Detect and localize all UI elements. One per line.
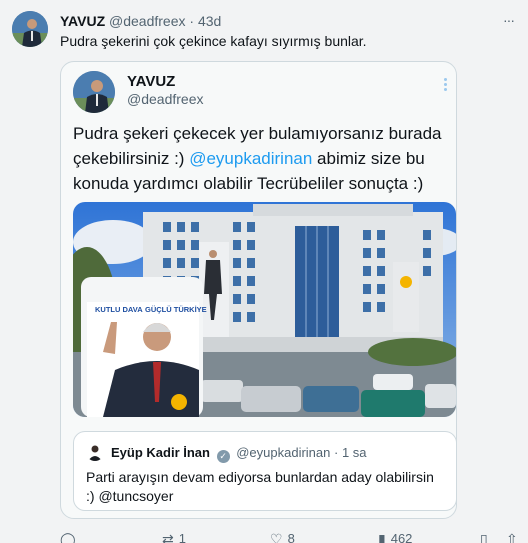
- timeline-tweet[interactable]: YAVUZ @deadfreex · 43d ··· Pudra şekerin…: [0, 0, 528, 543]
- mention-link[interactable]: @eyupkadirinan: [189, 149, 312, 168]
- banner-text-1: KUTLU DAVA: [95, 305, 143, 314]
- like-button[interactable]: ♡ 8: [270, 531, 295, 543]
- nested-text: Parti arayışın devam ediyorsa bunlardan …: [86, 469, 434, 504]
- quoted-author-avatar[interactable]: [73, 71, 115, 113]
- author-handle[interactable]: @deadfreex: [109, 13, 185, 29]
- heart-icon: ♡: [270, 531, 283, 543]
- author-avatar[interactable]: [12, 11, 48, 47]
- quoted-author-name[interactable]: YAVUZ: [127, 73, 175, 90]
- tweet-time[interactable]: 43d: [198, 13, 221, 29]
- reply-button[interactable]: ◯: [60, 531, 81, 543]
- nested-quote[interactable]: Eyüp Kadir İnan ✓ @eyupkadirinan · 1 sa …: [73, 431, 456, 511]
- views-count: 462: [390, 531, 413, 543]
- nested-author-avatar[interactable]: [86, 443, 104, 461]
- quoted-author-handle[interactable]: @deadfreex: [127, 91, 203, 107]
- bookmark-button[interactable]: ▯: [480, 531, 493, 543]
- share-icon: ⇧: [506, 531, 518, 543]
- tweet-text: Pudra şekerini çok çekince kafayı sıyırm…: [60, 33, 367, 49]
- quoted-tweet-text: Pudra şekeri çekecek yer bulamıyorsanız …: [73, 121, 445, 196]
- banner-text-2: GÜÇLÜ TÜRKİYE: [145, 305, 207, 314]
- share-button[interactable]: ⇧: [506, 531, 523, 543]
- retweet-button[interactable]: ⇄ 1: [162, 531, 186, 543]
- views-button[interactable]: ▮ 462: [378, 531, 412, 543]
- like-count: 8: [287, 531, 295, 543]
- speech-bubble-icon: ◯: [60, 531, 76, 543]
- tweet-photo[interactable]: KUTLU DAVA GÜÇLÜ TÜRKİYE: [73, 202, 456, 417]
- more-options-icon[interactable]: [442, 78, 448, 94]
- tweet-header: YAVUZ @deadfreex · 43d: [60, 13, 221, 29]
- author-name[interactable]: YAVUZ: [60, 13, 105, 29]
- nested-author-handle[interactable]: @eyupkadirinan: [236, 445, 330, 460]
- verified-icon: ✓: [216, 450, 230, 463]
- bookmark-icon: ▯: [480, 531, 488, 543]
- quoted-tweet-card[interactable]: YAVUZ @deadfreex Pudra şekeri çekecek ye…: [60, 61, 457, 519]
- retweet-count: 1: [178, 531, 186, 543]
- retweet-icon: ⇄: [162, 531, 174, 543]
- action-bar: ◯ ⇄ 1 ♡ 8 ▮ 462 ▯ ⇧: [60, 531, 520, 543]
- more-options-icon[interactable]: ···: [503, 12, 515, 28]
- nested-author-name[interactable]: Eyüp Kadir İnan: [111, 445, 210, 460]
- nested-header: Eyüp Kadir İnan ✓ @eyupkadirinan · 1 sa: [111, 445, 367, 463]
- bar-chart-icon: ▮: [378, 531, 386, 543]
- nested-time[interactable]: · 1 sa: [334, 445, 367, 460]
- separator-dot: ·: [189, 13, 195, 29]
